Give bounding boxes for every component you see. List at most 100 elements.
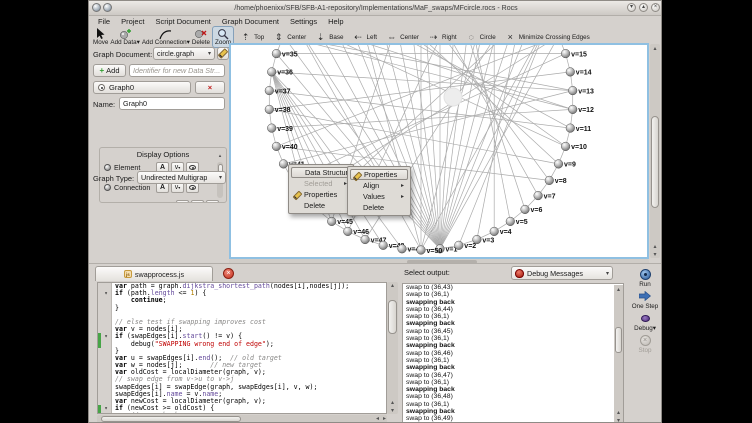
menu-settings[interactable]: Settings [285, 16, 322, 27]
fold-marker[interactable]: ▾ [101, 290, 112, 297]
debug-button[interactable]: Debug▾ [634, 312, 656, 332]
menu-item-properties[interactable]: Properties [350, 169, 408, 180]
scrollbar-thumb[interactable] [101, 416, 241, 422]
add-data-structure-button[interactable]: + Add [93, 64, 126, 77]
toolbar-left-button[interactable]: ⇠Left [349, 32, 381, 43]
clipped-row [176, 200, 219, 203]
scrollbar-thumb[interactable] [388, 300, 397, 334]
graph-node[interactable]: v=11 [566, 124, 591, 133]
output-vscrollbar[interactable]: ▴▴▾ [614, 285, 623, 423]
identifier-input[interactable] [129, 64, 225, 77]
graph-node[interactable]: v=40 [272, 142, 298, 151]
graph-node[interactable]: v=15 [561, 49, 587, 58]
graph-node[interactable]: v=12 [568, 105, 594, 114]
node-label: v=10 [571, 144, 587, 151]
menu-item-align[interactable]: Align▸ [350, 180, 408, 191]
toolbar-right-button[interactable]: ⇢Right [424, 32, 460, 43]
scrollbar-thumb[interactable] [615, 327, 622, 353]
code-line[interactable]: debug("SWAPPING wrong end of edge"); [98, 341, 386, 348]
menu-help[interactable]: Help [323, 16, 348, 27]
script-editor[interactable]: var path = graph.dijkstra_shortest_path(… [97, 282, 387, 414]
graph-node[interactable]: v=10 [561, 142, 587, 151]
code-line[interactable]: // swap back [98, 412, 386, 414]
debug-message: swap to (36,44) [403, 306, 623, 313]
titlebar[interactable]: /home/phoenixx/SFB/SFB-A1-repository/Imp… [89, 1, 662, 16]
name-input[interactable] [119, 97, 225, 110]
scroll-right-icon[interactable]: ▸ [383, 415, 386, 423]
graph-node[interactable]: v=46 [344, 227, 370, 236]
scroll-left-icon[interactable]: ◂ [376, 415, 379, 423]
scroll-up-icon[interactable]: ▴ [614, 409, 623, 416]
editor-hscrollbar[interactable]: ◂ ▸ [97, 415, 387, 423]
graph-node[interactable]: v=45 [327, 217, 353, 226]
scroll-down-icon[interactable]: ▾ [650, 251, 660, 258]
graph-node[interactable]: v=38 [265, 105, 291, 114]
debug-output-list[interactable]: swap to (36,43)swap to (36,1)swapping ba… [402, 283, 624, 423]
code-line[interactable]: continue; [98, 297, 386, 304]
graph-node[interactable]: v=4 [490, 227, 512, 236]
run-button[interactable]: Run [639, 268, 651, 288]
javascript-file-icon: js [124, 270, 132, 278]
graph-canvas[interactable]: v=1v=2v=3v=4v=5v=6v=7v=8v=9v=10v=11v=12v… [229, 43, 649, 259]
menu-item-data-structure[interactable]: Data Structure▸ [291, 167, 351, 178]
menu-item-values[interactable]: Values▸ [350, 191, 408, 202]
minimize-button[interactable]: ▾ [627, 3, 636, 12]
menu-file[interactable]: File [93, 16, 115, 27]
data-structure-row[interactable]: Graph0 [93, 81, 191, 94]
graph-node[interactable]: v=8 [545, 176, 567, 185]
toolbar-minimize-crossing-edges-button[interactable]: ×Minimize Crossing Edges [501, 32, 593, 43]
graph-node[interactable]: v=37 [265, 86, 291, 95]
toolbar-top-button[interactable]: ⇡Top [236, 32, 267, 43]
close-document-icon[interactable]: × [223, 268, 234, 279]
scroll-up-icon[interactable]: ▴ [614, 286, 623, 293]
radio-icon[interactable] [98, 84, 105, 91]
toolbar-circle-button[interactable]: ◌Circle [462, 32, 499, 43]
graph-node[interactable]: v=3 [473, 235, 495, 244]
graph-node[interactable]: v=36 [267, 68, 293, 77]
scroll-down-icon[interactable]: ▾ [614, 417, 623, 423]
toolbar-center-button[interactable]: ⇕Center [269, 32, 309, 43]
close-button[interactable]: × [651, 3, 660, 12]
toolbar-center-button[interactable]: ⇔Center [382, 32, 422, 43]
toolbar-base-button[interactable]: ⇣Base [311, 32, 346, 43]
fold-marker[interactable]: ▾ [101, 405, 112, 412]
fold-marker [101, 398, 112, 405]
code-line[interactable]: } [98, 305, 386, 312]
scroll-up-icon[interactable]: ▴ [650, 45, 660, 52]
app-window: /home/phoenixx/SFB/SFB-A1-repository/Imp… [88, 0, 662, 423]
canvas-vscrollbar[interactable]: ▴ ▴ ▾ [650, 44, 660, 258]
graph-node[interactable]: v=13 [568, 86, 594, 95]
tab-swapprocess[interactable]: js swapprocess.js [95, 266, 213, 281]
graph-node[interactable]: v=5 [506, 217, 528, 226]
maximize-button[interactable]: ▴ [639, 3, 648, 12]
graph-node[interactable]: v=9 [554, 160, 576, 169]
menu-script-document[interactable]: Script Document [150, 16, 215, 27]
scroll-down-icon[interactable]: ▾ [217, 201, 223, 203]
graph-node[interactable]: v=50 [417, 246, 443, 255]
graph-node[interactable]: v=6 [521, 205, 543, 214]
graph-node[interactable]: v=7 [534, 191, 556, 200]
scroll-down-icon[interactable]: ▾ [387, 407, 398, 414]
scrollbar-thumb[interactable] [651, 116, 659, 208]
scroll-up-icon[interactable]: ▴ [217, 153, 223, 159]
graph-node[interactable]: v=14 [566, 68, 592, 77]
output-selector-combo[interactable]: Debug Messages ▾ [511, 266, 613, 280]
one-step-button[interactable]: One Step [632, 290, 659, 310]
scroll-up-icon[interactable]: ▴ [650, 243, 660, 250]
editor-vscrollbar[interactable]: ▴ ▴ ▾ [387, 282, 398, 414]
graph-node[interactable]: v=2 [455, 241, 477, 250]
graph-node[interactable]: v=39 [267, 124, 293, 133]
fold-marker[interactable]: ▾ [101, 333, 112, 340]
scroll-up-icon[interactable]: ▴ [387, 399, 398, 406]
graph-type-combo[interactable]: Undirected Multigrap▾ [137, 171, 226, 184]
scroll-up-icon[interactable]: ▴ [387, 282, 398, 289]
graph-node[interactable]: v=35 [272, 49, 298, 58]
menu-project[interactable]: Project [116, 16, 149, 27]
edit-document-button[interactable] [217, 47, 229, 60]
menu-item-delete[interactable]: Delete [291, 200, 351, 211]
menu-item-properties[interactable]: Properties [291, 189, 351, 200]
menu-graph-document[interactable]: Graph Document [217, 16, 284, 27]
menu-item-delete[interactable]: Delete [350, 202, 408, 213]
graph-document-combo[interactable]: circle.graph▾ [153, 47, 215, 60]
delete-data-structure-button[interactable]: × [195, 81, 225, 94]
